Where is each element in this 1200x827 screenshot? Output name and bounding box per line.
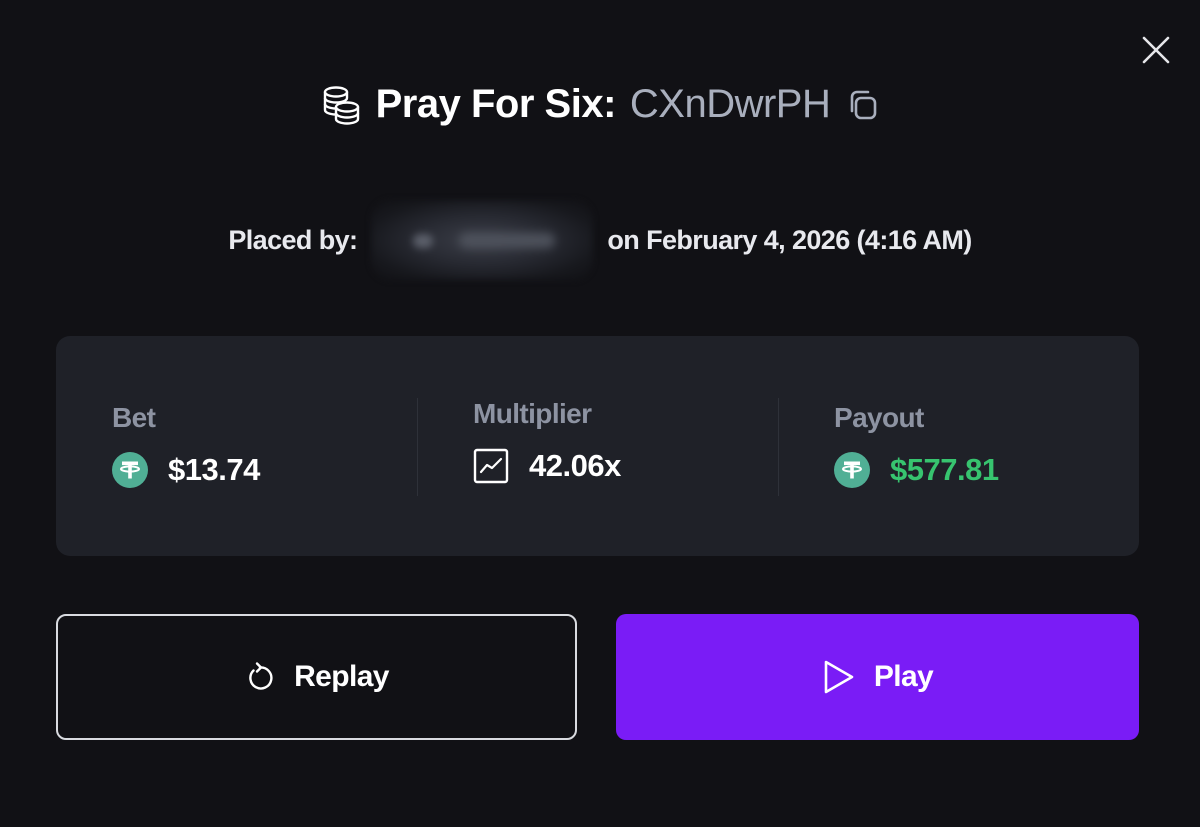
bet-details-modal: Pray For Six: CXnDwrPH Placed by: on Feb… [0,0,1200,827]
placed-date: on February 4, 2026 (4:16 AM) [607,224,972,255]
game-id: CXnDwrPH [629,82,831,126]
close-button[interactable] [1138,32,1174,68]
placed-by-label: Placed by: [228,224,358,255]
tether-icon [834,452,870,488]
chart-line-icon [473,448,509,484]
play-icon [824,660,854,694]
copy-id-button[interactable] [846,88,880,122]
multiplier-value-row: 42.06x [473,448,778,484]
play-label: Play [873,660,934,693]
replay-label: Replay [294,660,389,693]
bet-value-row: $13.74 [112,452,417,488]
game-title: Pray For Six: [375,82,617,126]
user-avatar-blurred[interactable] [371,200,594,280]
stat-multiplier: Multiplier 42.06x [417,336,778,556]
stat-payout: Payout $577.81 [778,336,1139,556]
replay-button[interactable]: Replay [56,614,577,740]
copy-icon [851,90,877,119]
play-button[interactable]: Play [616,614,1139,740]
stat-bet: Bet $13.74 [56,336,417,556]
modal-header: Pray For Six: CXnDwrPH [0,82,1200,127]
multiplier-value: 42.06x [529,448,621,483]
payout-label: Payout [834,402,924,433]
bet-amount: $13.74 [168,452,260,487]
bet-label: Bet [112,402,156,433]
tether-icon [112,452,148,488]
payout-value-row: $577.81 [834,452,1139,488]
replay-icon [249,662,273,690]
multiplier-label: Multiplier [473,398,592,429]
bet-stats-card: Bet $13.74 Multiplier 42.06x Payout $577… [56,336,1139,556]
payout-amount: $577.81 [890,452,999,487]
close-icon [1142,36,1170,64]
placement-info: Placed by: on February 4, 2026 (4:16 AM) [0,200,1200,280]
coins-stack-icon [323,85,359,125]
